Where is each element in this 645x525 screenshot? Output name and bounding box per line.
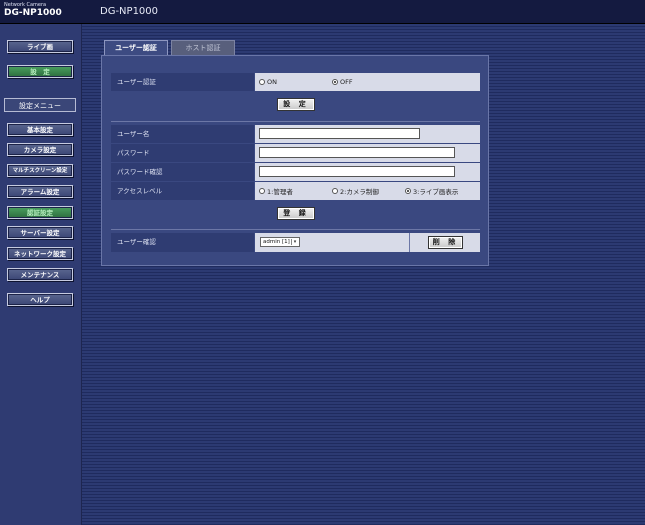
user-auth-row: ユーザー認証 ON OFF: [111, 73, 480, 91]
tab-user-auth[interactable]: ユーザー認証: [104, 40, 168, 55]
user-auth-off-radio[interactable]: OFF: [332, 73, 353, 91]
password-confirm-input[interactable]: [259, 166, 455, 177]
access-level-label: アクセスレベル: [111, 182, 254, 200]
access-level-live-radio[interactable]: 3:ライブ画表示: [405, 182, 458, 200]
set-button[interactable]: 設 定: [277, 98, 315, 111]
page-title: DG-NP1000: [100, 6, 159, 17]
user-auth-on-label: ON: [267, 78, 277, 86]
username-label: ユーザー名: [111, 125, 254, 143]
access-level-camera-label: 2:カメラ制御: [340, 188, 379, 196]
access-level-camera-radio[interactable]: 2:カメラ制御: [332, 182, 379, 200]
user-select[interactable]: admin [1] ▾: [260, 237, 300, 247]
settings-button[interactable]: 設 定: [7, 65, 73, 78]
user-check-label: ユーザー確認: [111, 233, 254, 252]
password-confirm-label: パスワード確認: [111, 163, 254, 181]
access-level-cell: 1:管理者 2:カメラ制御 3:ライブ画表示: [255, 182, 480, 200]
user-auth-value: ON OFF: [255, 73, 480, 91]
password-cell: [255, 144, 480, 162]
access-level-live-label: 3:ライブ画表示: [413, 188, 459, 196]
radio-selected-icon: [405, 188, 411, 194]
divider: [111, 121, 480, 122]
sidebar-item-help[interactable]: ヘルプ: [7, 293, 73, 306]
access-level-row: アクセスレベル 1:管理者 2:カメラ制御 3:ライブ画表示: [111, 182, 480, 200]
sidebar-item-alarm[interactable]: アラーム設定: [7, 185, 73, 198]
sidebar-item-basic[interactable]: 基本設定: [7, 123, 73, 136]
password-row: パスワード: [111, 144, 480, 162]
sidebar-item-server[interactable]: サーバー設定: [7, 226, 73, 239]
access-level-admin-radio[interactable]: 1:管理者: [259, 182, 293, 200]
user-auth-off-label: OFF: [340, 78, 353, 86]
header-bar: Network Camera DG-NP1000 DG-NP1000: [0, 0, 645, 24]
user-check-row: ユーザー確認 admin [1] ▾: [111, 233, 480, 252]
delete-button[interactable]: 削 除: [428, 236, 463, 249]
sidebar-item-maintenance[interactable]: メンテナンス: [7, 268, 73, 281]
access-level-admin-label: 1:管理者: [267, 188, 293, 196]
radio-circle-icon: [332, 188, 338, 194]
password-confirm-cell: [255, 163, 480, 181]
password-label: パスワード: [111, 144, 254, 162]
register-button[interactable]: 登 録: [277, 207, 315, 220]
user-auth-on-radio[interactable]: ON: [259, 73, 277, 91]
user-select-value: admin [1]: [263, 239, 290, 245]
chevron-down-icon: ▾: [291, 239, 298, 245]
sidebar-item-camera[interactable]: カメラ設定: [7, 143, 73, 156]
password-input[interactable]: [259, 147, 455, 158]
live-button[interactable]: ライブ画: [7, 40, 73, 53]
sidebar-item-network[interactable]: ネットワーク設定: [7, 247, 73, 260]
divider: [111, 229, 480, 230]
cell-divider: [409, 233, 410, 252]
radio-circle-icon: [259, 79, 265, 85]
username-row: ユーザー名: [111, 125, 480, 143]
sidebar-item-multiscreen[interactable]: マルチスクリーン設定: [7, 164, 73, 177]
radio-selected-icon: [332, 79, 338, 85]
menu-heading: 設定メニュー: [4, 98, 76, 112]
user-auth-label: ユーザー認証: [111, 73, 254, 91]
username-cell: [255, 125, 480, 143]
tab-host-auth[interactable]: ホスト認証: [171, 40, 235, 55]
username-input[interactable]: [259, 128, 420, 139]
sidebar-item-auth[interactable]: 認証設定: [7, 206, 73, 219]
radio-circle-icon: [259, 188, 265, 194]
password-confirm-row: パスワード確認: [111, 163, 480, 181]
brand-model: DG-NP1000: [4, 8, 62, 18]
